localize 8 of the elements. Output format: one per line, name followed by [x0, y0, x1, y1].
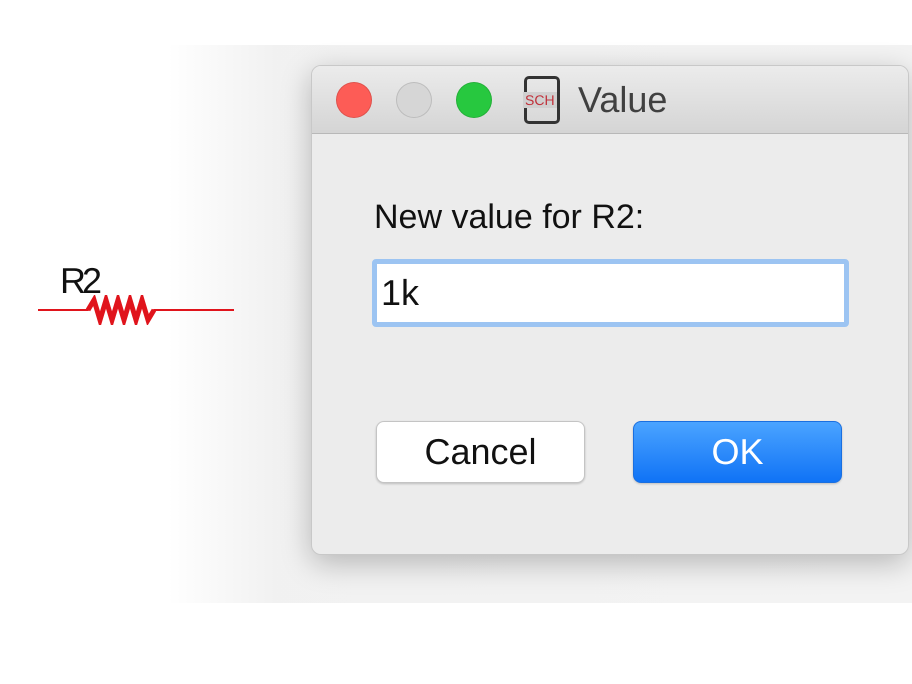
- component-label: R2: [60, 263, 100, 299]
- zoom-button[interactable]: [456, 82, 492, 118]
- cancel-button[interactable]: Cancel: [376, 421, 585, 483]
- document-icon: SCH: [524, 76, 560, 124]
- window-title: Value: [578, 78, 668, 120]
- value-field[interactable]: 1k: [372, 259, 849, 327]
- close-button[interactable]: [336, 82, 372, 118]
- prompt-label: New value for R2:: [374, 198, 646, 237]
